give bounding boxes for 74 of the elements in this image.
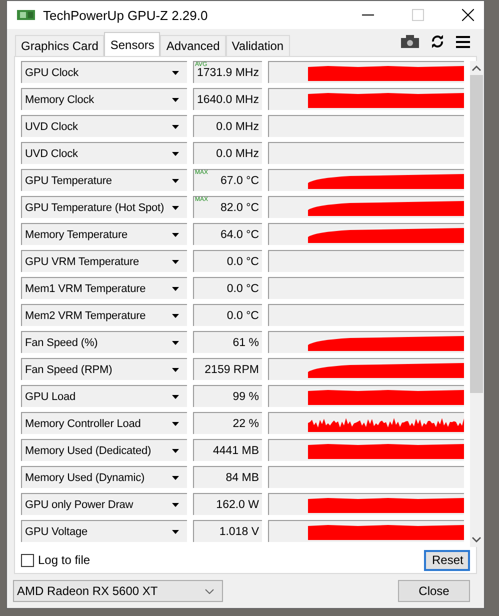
tab[interactable]: Sensors (104, 32, 160, 56)
close-icon[interactable] (462, 9, 474, 22)
reset-button[interactable]: Reset (424, 550, 470, 570)
refresh-icon[interactable] (431, 35, 444, 48)
caret-icon (172, 502, 179, 506)
sensor-value: 0.0 MHz (216, 120, 259, 132)
caret-icon (172, 314, 179, 318)
sensor-value: 4441 MB (212, 444, 259, 456)
sensor-dropdown[interactable]: Memory Used (Dynamic) (21, 466, 187, 488)
caret-icon (172, 448, 179, 452)
caret-icon (172, 152, 179, 156)
sensor-dropdown[interactable]: GPU Voltage (21, 520, 187, 542)
sensor-value: 0.0 °C (226, 282, 259, 294)
caret-icon (172, 530, 179, 534)
sensor-value: 1.018 V (219, 526, 259, 538)
caret-icon (172, 98, 179, 102)
sensor-value: 0.0 MHz (216, 148, 259, 160)
sensor-dropdown[interactable]: Memory Clock (21, 88, 187, 110)
caret-icon (172, 286, 179, 290)
sensor-dropdown[interactable]: Mem1 VRM Temperature (21, 277, 187, 299)
sensor-value: 2159 RPM (204, 364, 259, 376)
sensor-value: 84 MB (226, 472, 259, 484)
caret-icon (172, 124, 179, 128)
caret-icon (172, 476, 179, 480)
caret-icon (172, 232, 179, 236)
sensor-dropdown[interactable]: Fan Speed (%) (21, 331, 187, 353)
scroll-up-icon[interactable] (472, 65, 481, 71)
caret-icon (172, 394, 179, 398)
chevron-down-icon (205, 588, 214, 594)
sensor-value: 1731.9 MHz (196, 66, 259, 78)
graphics-card-icon (17, 9, 35, 22)
sensor-dropdown[interactable]: GPU only Power Draw (21, 493, 187, 515)
caret-icon (172, 260, 179, 264)
sensor-dropdown[interactable]: Memory Used (Dedicated) (21, 439, 187, 461)
caret-icon (172, 422, 179, 426)
tab[interactable]: Advanced (160, 35, 226, 56)
menu-icon[interactable] (456, 36, 470, 48)
checkbox[interactable] (21, 554, 34, 566)
caret-icon (172, 368, 179, 372)
sensor-dropdown[interactable]: GPU Clock (21, 61, 187, 83)
scroll-down-icon[interactable] (472, 537, 481, 543)
camera-icon[interactable] (401, 35, 419, 48)
sensor-value: 0.0 °C (226, 256, 259, 268)
sensor-dropdown[interactable]: GPU Temperature (21, 169, 187, 191)
scrollbar-thumb[interactable] (470, 75, 483, 393)
caret-icon (172, 70, 179, 74)
tab[interactable]: Graphics Card (15, 35, 104, 56)
window-title: TechPowerUp GPU-Z 2.29.0 (43, 8, 208, 23)
sensor-dropdown[interactable]: UVD Clock (21, 115, 187, 137)
scrollbar[interactable] (470, 61, 483, 547)
sensor-value: 82.0 °C (220, 202, 259, 214)
sensor-value: 162.0 W (216, 498, 259, 510)
sensor-value: 67.0 °C (220, 174, 259, 186)
sensor-dropdown[interactable]: Fan Speed (RPM) (21, 358, 187, 380)
gpu-select[interactable]: AMD Radeon RX 5600 XT (13, 580, 223, 602)
tab[interactable]: Validation (226, 35, 290, 56)
caret-icon (172, 178, 179, 182)
sensor-dropdown[interactable]: Mem2 VRM Temperature (21, 304, 187, 326)
sensor-dropdown[interactable]: GPU Temperature (Hot Spot) (21, 196, 187, 218)
sensor-dropdown[interactable]: Memory Temperature (21, 223, 187, 245)
caret-icon (172, 206, 179, 210)
sensor-value: 99 % (232, 390, 259, 402)
sensor-value: 22 % (232, 418, 259, 430)
sensor-dropdown[interactable]: GPU VRM Temperature (21, 250, 187, 272)
caret-icon (172, 340, 179, 344)
sensor-value: 64.0 °C (220, 228, 259, 240)
checkbox-label[interactable]: Log to file (38, 553, 90, 567)
sensor-value: 0.0 °C (226, 310, 259, 322)
sensor-dropdown[interactable]: GPU Load (21, 385, 187, 407)
sensor-value: 1640.0 MHz (196, 94, 259, 106)
close-button[interactable]: Close (398, 580, 470, 602)
sensor-value: 61 % (232, 336, 259, 348)
sensor-dropdown[interactable]: UVD Clock (21, 142, 187, 164)
sensor-dropdown[interactable]: Memory Controller Load (21, 412, 187, 434)
